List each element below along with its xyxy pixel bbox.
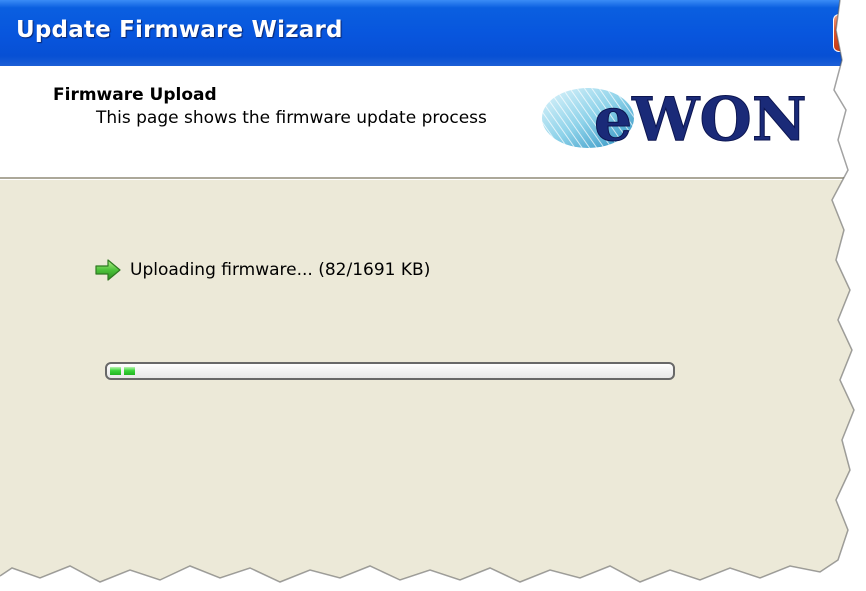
close-button[interactable]: ×: [833, 14, 864, 52]
upload-progress-bar: [105, 362, 675, 380]
progress-block: [124, 367, 135, 375]
progress-block: [110, 367, 121, 375]
logo-text: eWON: [594, 85, 807, 155]
wizard-body: Uploading firmware... (82/1691 KB): [0, 180, 866, 591]
progress-fill: [110, 367, 135, 375]
page-title: Firmware Upload: [53, 85, 217, 105]
window-title: Update Firmware Wizard: [16, 17, 343, 43]
status-text: Uploading firmware... (82/1691 KB): [130, 260, 431, 280]
ewon-logo: eWON: [542, 85, 807, 156]
wizard-window: Update Firmware Wizard × Firmware Upload…: [0, 0, 866, 591]
page-subtitle: This page shows the firmware update proc…: [96, 108, 487, 128]
green-arrow-icon: [95, 259, 121, 281]
title-bar[interactable]: Update Firmware Wizard ×: [0, 0, 866, 66]
wizard-header: Firmware Upload This page shows the firm…: [0, 66, 866, 177]
close-icon: ×: [840, 17, 859, 42]
